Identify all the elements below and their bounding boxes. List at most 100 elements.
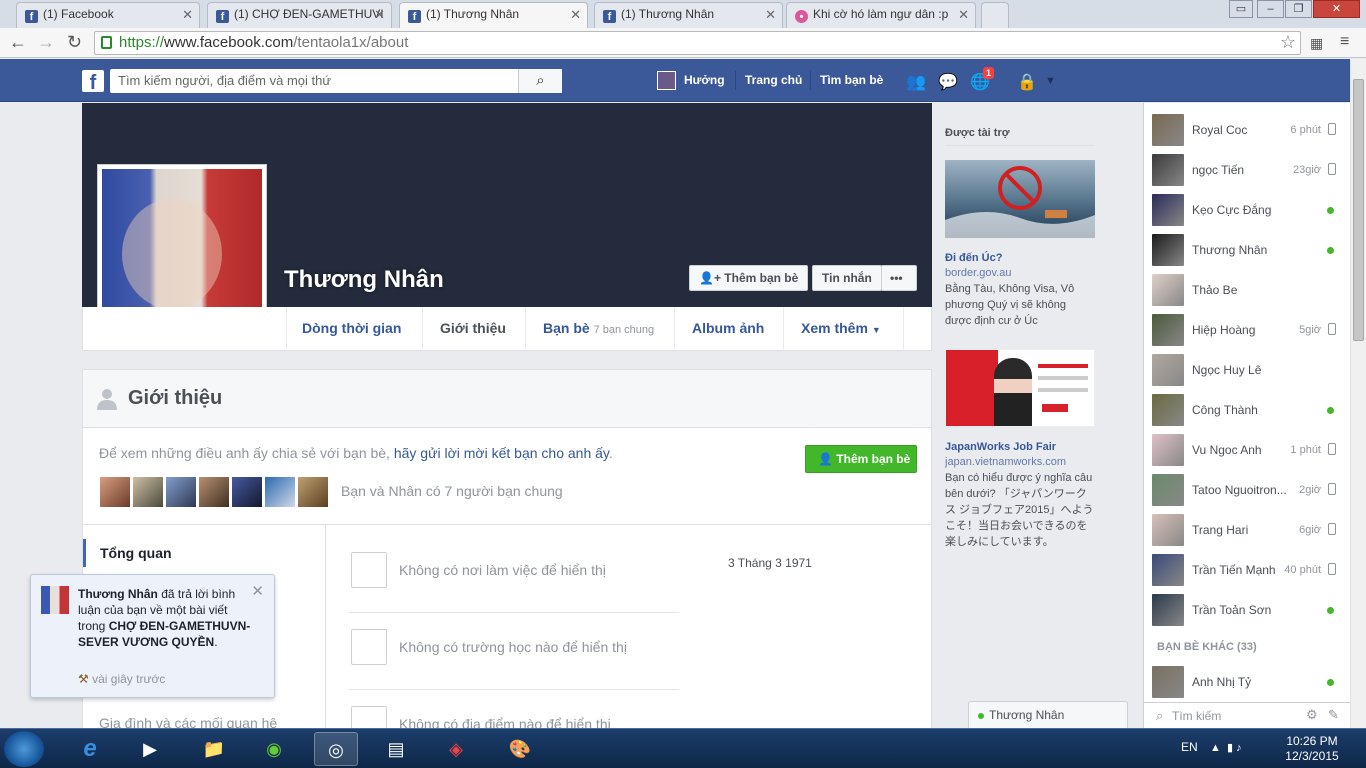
messages-icon[interactable]: 💬: [938, 72, 958, 92]
browser-tab[interactable]: • Khi cờ hó làm ngư dân :p ✕: [786, 2, 976, 28]
chat-friend-row[interactable]: Thương Nhân: [1144, 230, 1351, 270]
chat-friend-row[interactable]: Vu Ngoc Anh 1 phút: [1144, 430, 1351, 470]
ad-title[interactable]: JapanWorks Job Fair: [945, 441, 1056, 453]
friend-requests-icon[interactable]: 👥: [906, 72, 926, 92]
chat-friend-row[interactable]: Ngọc Huy Lê: [1144, 350, 1351, 390]
ie-icon[interactable]: e: [68, 732, 112, 766]
media-player-icon[interactable]: ▶: [128, 732, 172, 766]
system-tray[interactable]: ▲ ▮ ♪: [1210, 741, 1242, 754]
close-icon[interactable]: ✕: [570, 7, 581, 23]
gear-icon[interactable]: ⚙: [1306, 707, 1318, 723]
clock[interactable]: 10:26 PM 12/3/2015: [1282, 734, 1342, 764]
send-request-link[interactable]: hãy gửi lời mời kết bạn cho anh ấy: [394, 445, 609, 461]
signal-icon[interactable]: ▮: [1227, 742, 1233, 754]
nav-profile-link[interactable]: Hưởng: [684, 73, 725, 87]
maximize-button[interactable]: ❐: [1285, 0, 1312, 18]
facebook-icon: f: [216, 10, 229, 23]
close-icon[interactable]: ✕: [958, 7, 969, 23]
chevron-down-icon[interactable]: ▼: [1045, 75, 1056, 87]
user-icon[interactable]: ▭: [1229, 0, 1253, 18]
section-family[interactable]: Gia đình và các mối quan hệ: [99, 715, 277, 728]
tab-more[interactable]: Xem thêm ▼: [801, 320, 881, 336]
browser-tab[interactable]: f (1) CHỢ ĐEN-GAMETHUVI ✕: [207, 2, 392, 28]
new-tab-button[interactable]: [981, 2, 1009, 28]
chrome-icon[interactable]: ◎: [314, 732, 358, 766]
notification-popup[interactable]: Thương Nhân đã trả lời bình luận của bạn…: [30, 574, 275, 698]
ad-title[interactable]: Đi đến Úc?: [945, 252, 1002, 264]
chat-friend-row[interactable]: Kẹo Cực Đắng: [1144, 190, 1351, 230]
volume-icon[interactable]: ♪: [1236, 742, 1242, 754]
qr-icon[interactable]: ▦: [1310, 35, 1323, 52]
avatar[interactable]: [165, 476, 197, 508]
ad-url[interactable]: japan.vietnamworks.com: [945, 456, 1066, 468]
add-friend-green-button[interactable]: 👤 Thêm bạn bè: [805, 445, 917, 473]
avatar[interactable]: [198, 476, 230, 508]
avatar[interactable]: [297, 476, 329, 508]
menu-icon[interactable]: ≡: [1340, 33, 1349, 51]
search-input[interactable]: Tìm kiếm người, địa điểm và mọi thứ: [110, 69, 562, 93]
paint-icon[interactable]: 🎨: [498, 732, 542, 766]
scrollbar-thumb[interactable]: [1353, 79, 1364, 341]
chat-friend-row[interactable]: Hiệp Hoàng 5giờ: [1144, 310, 1351, 350]
app-icon[interactable]: ◉: [252, 732, 296, 766]
online-dot: [1327, 207, 1334, 214]
page-scrollbar[interactable]: [1350, 59, 1366, 728]
minimize-button[interactable]: –: [1257, 0, 1284, 18]
search-icon[interactable]: ⌕: [518, 69, 562, 93]
chat-friend-row[interactable]: Royal Coc 6 phút: [1144, 110, 1351, 150]
message-button[interactable]: Tin nhắn: [812, 265, 882, 291]
document-icon[interactable]: ▤: [374, 732, 418, 766]
close-icon[interactable]: ✕: [765, 7, 776, 23]
browser-tab[interactable]: f (1) Facebook ✕: [16, 2, 200, 28]
tab-about[interactable]: Giới thiệu: [440, 320, 506, 336]
avatar[interactable]: [231, 476, 263, 508]
chat-friend-row[interactable]: Thảo Be: [1144, 270, 1351, 310]
ad-image[interactable]: [945, 349, 1095, 427]
more-options-button[interactable]: •••: [881, 265, 917, 291]
start-button[interactable]: [4, 731, 44, 767]
avatar[interactable]: [264, 476, 296, 508]
language-indicator[interactable]: EN: [1181, 740, 1198, 754]
tab-friends[interactable]: Bạn bè 7 bạn chung: [543, 320, 654, 336]
tray-arrow-icon[interactable]: ▲: [1210, 742, 1221, 754]
folder-icon[interactable]: 📁: [192, 732, 236, 766]
chat-friend-row[interactable]: Anh Nhị Tỷ: [1144, 662, 1351, 702]
profile-name[interactable]: Thương Nhân: [284, 266, 444, 294]
chat-search-input[interactable]: ⌕ Tìm kiếm ⚙ ✎: [1143, 702, 1350, 728]
chat-friend-row[interactable]: Trần Toản Sơn: [1144, 590, 1351, 630]
close-icon[interactable]: ✕: [182, 7, 193, 23]
tab-photos[interactable]: Album ảnh: [692, 320, 764, 336]
divider: [903, 307, 904, 351]
chat-friend-row[interactable]: ngọc Tiến 23giờ: [1144, 150, 1351, 190]
ad-url[interactable]: border.gov.au: [945, 267, 1011, 279]
section-overview[interactable]: Tổng quan: [83, 539, 325, 567]
facebook-logo-icon[interactable]: f: [82, 70, 104, 94]
close-icon[interactable]: ✕: [374, 7, 385, 23]
close-icon[interactable]: ✕: [251, 582, 264, 600]
ad-image[interactable]: [945, 160, 1095, 238]
close-window-button[interactable]: ✕: [1313, 0, 1360, 18]
chat-friend-row[interactable]: Tatoo Nguoitron... 2giờ: [1144, 470, 1351, 510]
avatar[interactable]: [132, 476, 164, 508]
list-item: Không có nơi làm việc để hiển thị: [349, 535, 679, 613]
chat-tab[interactable]: Thương Nhân: [968, 701, 1128, 728]
avatar[interactable]: [657, 71, 676, 90]
chat-friend-row[interactable]: Trang Hari 6giờ: [1144, 510, 1351, 550]
chat-friend-row[interactable]: Trần Tiến Mạnh 40 phút: [1144, 550, 1351, 590]
tab-timeline[interactable]: Dòng thời gian: [302, 320, 401, 336]
browser-tab[interactable]: f (1) Thương Nhân ✕: [594, 2, 783, 28]
reload-icon[interactable]: ↻: [67, 32, 82, 53]
star-icon[interactable]: ☆: [1280, 32, 1296, 53]
privacy-icon[interactable]: 🔒: [1017, 72, 1037, 92]
game-icon[interactable]: ◈: [434, 732, 478, 766]
chat-friend-row[interactable]: Công Thành: [1144, 390, 1351, 430]
forward-icon[interactable]: →: [37, 32, 55, 53]
add-friend-button[interactable]: 👤+ Thêm bạn bè: [689, 265, 809, 291]
nav-home-link[interactable]: Trang chủ: [745, 73, 802, 87]
compose-icon[interactable]: ✎: [1328, 707, 1339, 723]
avatar[interactable]: [99, 476, 131, 508]
back-icon[interactable]: ←: [9, 32, 27, 53]
url-input[interactable]: https://www.facebook.com/tentaola1x/abou…: [94, 31, 1301, 55]
nav-find-friends-link[interactable]: Tìm bạn bè: [820, 73, 883, 87]
browser-tab-active[interactable]: f (1) Thương Nhân ✕: [399, 2, 588, 29]
